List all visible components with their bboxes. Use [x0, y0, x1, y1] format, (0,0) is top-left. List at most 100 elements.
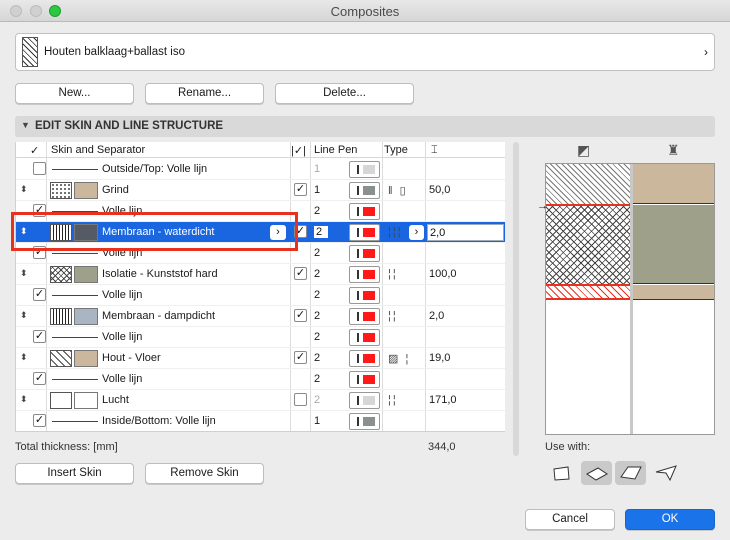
pen-color-swatch[interactable] — [349, 350, 380, 367]
skin-row[interactable]: ⬍ Hout - Vloer ✓ 2 ▨ ¦ 19,0 — [16, 348, 505, 369]
line-pen-value[interactable]: 1 — [314, 163, 320, 175]
row-label: Membraan - dampdicht — [102, 310, 216, 322]
pen-color-swatch[interactable] — [349, 161, 380, 178]
delete-button[interactable]: Delete... — [275, 83, 414, 104]
line-type-icon[interactable]: ¦¦ — [388, 394, 398, 406]
reference-line-arrow-icon[interactable]: → — [537, 200, 548, 212]
line-pen-value[interactable]: 2 — [314, 331, 320, 343]
line-type-icon[interactable]: ‖ ▯ — [388, 184, 408, 197]
row-label: Lucht — [102, 394, 129, 406]
scrollbar[interactable] — [513, 142, 519, 456]
hatch-swatch[interactable] — [50, 182, 72, 199]
bar-checkbox[interactable]: ✓ — [294, 309, 307, 322]
line-pen-value[interactable]: 2 — [314, 289, 320, 301]
pen-color-swatch[interactable] — [349, 392, 380, 409]
hatch-swatch[interactable] — [50, 308, 72, 325]
separator-row[interactable]: ✓ Volle lijn 2 — [16, 285, 505, 306]
separator-checkbox[interactable]: ✓ — [33, 288, 46, 301]
drag-handle-icon[interactable]: ⬍ — [20, 184, 28, 195]
skin-row[interactable]: ⬍ Membraan - dampdicht ✓ 2 ¦¦ 2,0 — [16, 306, 505, 327]
cancel-button[interactable]: Cancel — [525, 509, 615, 530]
drag-handle-icon[interactable]: ⬍ — [20, 310, 28, 321]
pen-color-swatch[interactable] — [349, 413, 380, 430]
line-type-icon[interactable]: ¦¦ — [388, 310, 398, 322]
line-pen-value[interactable]: 2 — [314, 268, 320, 280]
thickness-field[interactable]: 19,0 — [429, 352, 450, 364]
roof-icon[interactable] — [615, 461, 646, 485]
drag-handle-icon[interactable]: ⬍ — [20, 394, 28, 405]
rename-button[interactable]: Rename... — [145, 83, 264, 104]
composite-selector[interactable]: Houten balklaag+ballast iso › — [15, 33, 715, 71]
pen-color-swatch[interactable] — [349, 224, 380, 241]
bar-checkbox[interactable]: ✓ — [294, 267, 307, 280]
chevron-right-icon[interactable]: › — [704, 45, 708, 59]
slab-icon[interactable] — [581, 461, 612, 485]
total-thickness-label: Total thickness: [mm] — [15, 441, 118, 453]
row-label: Hout - Vloer — [102, 352, 161, 364]
line-type-icon[interactable]: ▨ ¦ — [388, 352, 410, 365]
thickness-field[interactable]: 2,0 — [427, 224, 504, 241]
line-pen-value[interactable]: 2 — [314, 205, 320, 217]
use-with-label: Use with: — [545, 441, 591, 453]
section-header[interactable]: ▼ EDIT SKIN AND LINE STRUCTURE — [15, 116, 715, 137]
line-pen-value[interactable]: 2 — [314, 373, 320, 385]
remove-skin-button[interactable]: Remove Skin — [145, 463, 264, 484]
color-swatch[interactable] — [74, 350, 98, 367]
separator-line-icon — [52, 379, 98, 380]
hatch-swatch[interactable] — [50, 266, 72, 283]
line-pen-value[interactable]: 2 — [314, 247, 320, 259]
line-pen-value[interactable]: 2 — [314, 352, 320, 364]
separator-checkbox[interactable]: ✓ — [33, 330, 46, 343]
line-pen-value[interactable]: 1 — [314, 184, 320, 196]
line-pen-value[interactable]: 2 — [314, 394, 320, 406]
thickness-field[interactable]: 50,0 — [429, 184, 450, 196]
pen-color-swatch[interactable] — [349, 182, 380, 199]
color-swatch[interactable] — [74, 308, 98, 325]
pen-color-swatch[interactable] — [349, 329, 380, 346]
pen-color-swatch[interactable] — [349, 266, 380, 283]
pen-color-swatch[interactable] — [349, 371, 380, 388]
bar-checkbox[interactable]: ✓ — [294, 351, 307, 364]
chevron-right-icon[interactable]: › — [409, 225, 424, 240]
wall-icon[interactable] — [547, 461, 578, 485]
color-swatch[interactable] — [74, 182, 98, 199]
skin-row[interactable]: ⬍ Lucht 2 ¦¦ 171,0 — [16, 390, 505, 411]
preview-layer-isolatie — [546, 206, 630, 284]
line-pen-value[interactable]: 2 — [314, 310, 320, 322]
disclosure-triangle-icon[interactable]: ▼ — [21, 120, 30, 130]
color-swatch[interactable] — [74, 392, 98, 409]
pen-color-swatch[interactable] — [349, 245, 380, 262]
insert-skin-button[interactable]: Insert Skin — [15, 463, 134, 484]
shell-icon[interactable] — [650, 461, 681, 485]
skin-row[interactable]: ⬍ Isolatie - Kunststof hard ✓ 2 ¦¦ 100,0 — [16, 264, 505, 285]
ok-button[interactable]: OK — [625, 509, 715, 530]
pen-color-swatch[interactable] — [349, 308, 380, 325]
separator-checkbox[interactable] — [33, 162, 46, 175]
thickness-field[interactable]: 100,0 — [429, 268, 457, 280]
bar-checkbox[interactable] — [294, 393, 307, 406]
line-pen-value[interactable]: 2 — [314, 226, 329, 238]
thickness-field[interactable]: 171,0 — [429, 394, 457, 406]
separator-checkbox[interactable]: ✓ — [33, 414, 46, 427]
separator-row[interactable]: ✓ Volle lijn 2 — [16, 327, 505, 348]
check-all-header[interactable]: ✓ — [30, 144, 39, 157]
skin-row[interactable]: ⬍ Grind ✓ 1 ‖ ▯ 50,0 — [16, 180, 505, 201]
pen-color-swatch[interactable] — [349, 203, 380, 220]
line-type-icon[interactable]: ¦¦¦ — [388, 226, 403, 238]
line-type-icon[interactable]: ¦¦ — [388, 268, 398, 280]
separator-row[interactable]: Outside/Top: Volle lijn 1 — [16, 159, 505, 180]
separator-row[interactable]: ✓ Inside/Bottom: Volle lijn 1 — [16, 411, 505, 431]
drag-handle-icon[interactable]: ⬍ — [20, 268, 28, 279]
pen-color-swatch[interactable] — [349, 287, 380, 304]
composite-thumbnail — [22, 37, 38, 67]
hatch-swatch[interactable] — [50, 392, 72, 409]
separator-row[interactable]: ✓ Volle lijn 2 — [16, 369, 505, 390]
line-pen-value[interactable]: 1 — [314, 415, 320, 427]
hatch-swatch[interactable] — [50, 350, 72, 367]
color-swatch[interactable] — [74, 266, 98, 283]
separator-checkbox[interactable]: ✓ — [33, 372, 46, 385]
bar-checkbox[interactable]: ✓ — [294, 183, 307, 196]
new-button[interactable]: New... — [15, 83, 134, 104]
thickness-field[interactable]: 2,0 — [429, 310, 444, 322]
drag-handle-icon[interactable]: ⬍ — [20, 352, 28, 363]
